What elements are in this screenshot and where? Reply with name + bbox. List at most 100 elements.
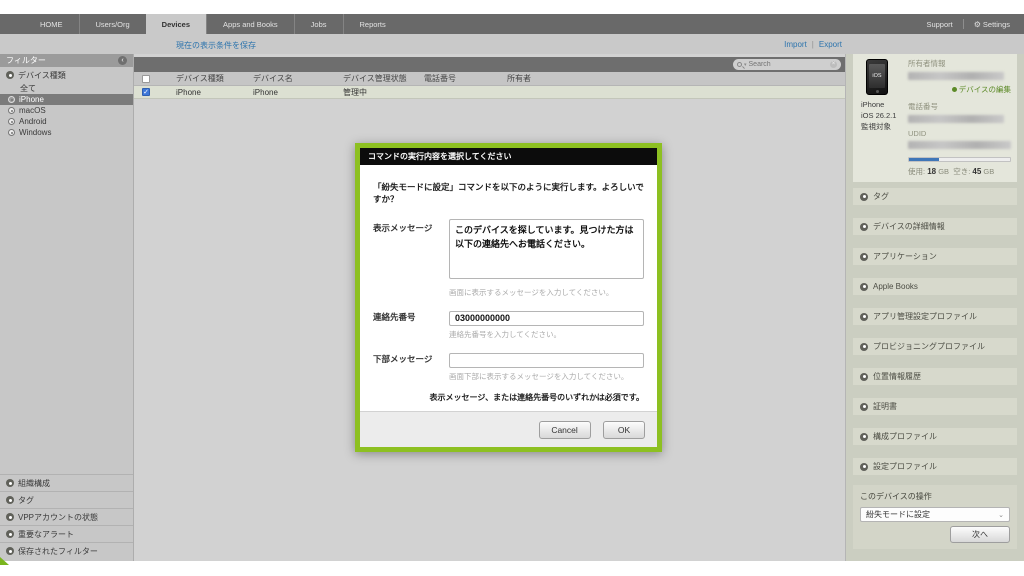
table-row[interactable]: ✓ iPhone iPhone 管理中 xyxy=(134,86,845,99)
storage-usage: 使用: 18 GB 空き: 45 GB xyxy=(908,166,1011,177)
type-item-all[interactable]: 全て xyxy=(0,83,133,94)
sidebar-bottom-filters: 組織構成 タグ VPPアカウントの状態 重要なアラート 保存されたフィルター xyxy=(0,474,133,559)
accordion-certificates[interactable]: 証明書 xyxy=(853,398,1017,415)
device-name: iPhone xyxy=(861,100,896,111)
col-owner[interactable]: 所有者 xyxy=(507,73,845,84)
iphone-thumbnail: iOS xyxy=(866,59,888,95)
export-link[interactable]: Export xyxy=(819,40,842,49)
device-fields: 所有者情報 デバイスの編集 電話番号 UDID 使用: 18 GB 空き: 45… xyxy=(908,58,1011,177)
sidebar-item-alerts[interactable]: 重要なアラート xyxy=(0,525,133,542)
modal-title: コマンドの実行内容を選択してください xyxy=(360,148,657,165)
accordion-icon xyxy=(860,283,868,291)
home-button-icon xyxy=(876,90,879,93)
type-item-windows[interactable]: Windows xyxy=(0,127,133,138)
filter-device-type[interactable]: デバイス種類 xyxy=(0,67,133,83)
nav-tab-users-org[interactable]: Users/Org xyxy=(79,14,146,34)
modal-intro-text: 「紛失モードに設定」コマンドを以下のように実行します。よろしいですか？ xyxy=(373,181,644,205)
cancel-button[interactable]: Cancel xyxy=(539,421,591,439)
list-toolbar: ▾ × xyxy=(134,57,845,72)
required-note: 表示メッセージ、または連絡先番号のいずれかは必須です。 xyxy=(373,392,644,403)
contact-number-input[interactable] xyxy=(449,311,644,326)
accordion-icon xyxy=(860,463,868,471)
accordion-icon xyxy=(860,343,868,351)
accordion-config-profile[interactable]: 構成プロファイル xyxy=(853,428,1017,445)
accordion-app-mgmt-profile[interactable]: アプリ管理設定プロファイル xyxy=(853,308,1017,325)
modal-footer: Cancel OK xyxy=(360,411,657,447)
nav-divider xyxy=(963,19,964,29)
filter-icon xyxy=(6,496,14,504)
accordion-provisioning-profile[interactable]: プロビジョニングプロファイル xyxy=(853,338,1017,355)
field-row-display-message: 表示メッセージ このデバイスを探しています。見つけた方は以下の連絡先へお電話くだ… xyxy=(373,219,644,306)
accordion-device-details[interactable]: デバイスの詳細情報 xyxy=(853,218,1017,235)
save-view-link[interactable]: 現在の表示条件を保存 xyxy=(176,40,256,51)
table-header: デバイス種類 デバイス名 デバイス管理状態 電話番号 所有者 xyxy=(134,72,845,86)
type-item-iphone[interactable]: iPhone xyxy=(0,94,133,105)
device-supervision: 監視対象 xyxy=(861,122,896,133)
device-summary-card: iOS iPhone iOS 26.2.1 監視対象 所有者情報 デバイスの編集… xyxy=(853,54,1017,182)
sidebar-item-tags[interactable]: タグ xyxy=(0,491,133,508)
radio-icon xyxy=(8,107,15,114)
action-select-value: 紛失モードに設定 xyxy=(866,509,930,520)
radio-icon xyxy=(8,96,15,103)
device-type-label: デバイス種類 xyxy=(18,70,66,81)
sidebar-item-org[interactable]: 組織構成 xyxy=(0,474,133,491)
col-device-name[interactable]: デバイス名 xyxy=(253,73,343,84)
display-message-helper: 画面に表示するメッセージを入力してください。 xyxy=(449,287,644,298)
support-link[interactable]: Support xyxy=(926,20,952,29)
modal-body: 「紛失モードに設定」コマンドを以下のように実行します。よろしいですか？ 表示メッ… xyxy=(360,165,657,411)
nav-tab-reports[interactable]: Reports xyxy=(343,14,402,34)
accordion-tags[interactable]: タグ xyxy=(853,188,1017,205)
screen: HOME Users/Org Devices Apps and Books Jo… xyxy=(0,0,1024,576)
accordion-icon xyxy=(860,223,868,231)
accordion-settings-profile[interactable]: 設定プロファイル xyxy=(853,458,1017,475)
nav-utilities: Support ⚙Settings xyxy=(926,14,1024,34)
cell-device-name: iPhone xyxy=(253,88,343,97)
type-item-android[interactable]: Android xyxy=(0,116,133,127)
corner-accent xyxy=(0,557,9,565)
ok-button[interactable]: OK xyxy=(603,421,645,439)
next-button[interactable]: 次へ xyxy=(950,526,1010,543)
filter-icon xyxy=(6,530,14,538)
chevron-down-icon: ⌄ xyxy=(998,511,1004,519)
accordion-icon xyxy=(860,313,868,321)
device-operations-title: このデバイスの操作 xyxy=(860,491,1010,502)
row-checkbox[interactable]: ✓ xyxy=(142,88,150,96)
filter-icon xyxy=(6,513,14,521)
radio-icon xyxy=(8,118,15,125)
device-type-icon xyxy=(6,71,14,79)
col-status[interactable]: デバイス管理状態 xyxy=(343,73,424,84)
filter-icon xyxy=(6,547,14,555)
search-input[interactable] xyxy=(749,61,828,68)
nav-tab-jobs[interactable]: Jobs xyxy=(294,14,343,34)
search-scope-caret-icon[interactable]: ▾ xyxy=(744,62,747,68)
filter-title: フィルター xyxy=(6,55,46,66)
select-all-checkbox[interactable] xyxy=(142,75,150,83)
cell-device-type: iPhone xyxy=(176,88,253,97)
footer-message-helper: 画面下部に表示するメッセージを入力してください。 xyxy=(449,371,644,382)
footer-message-input[interactable] xyxy=(449,353,644,368)
nav-tab-home[interactable]: HOME xyxy=(24,14,79,34)
footer-message-label: 下部メッセージ xyxy=(373,350,449,390)
col-phone[interactable]: 電話番号 xyxy=(424,73,507,84)
import-link[interactable]: Import xyxy=(784,40,807,49)
search-clear-icon[interactable]: × xyxy=(830,61,837,68)
type-item-macos[interactable]: macOS xyxy=(0,105,133,116)
display-message-label: 表示メッセージ xyxy=(373,219,449,306)
accordion-icon xyxy=(860,193,868,201)
nav-tab-apps-and-books[interactable]: Apps and Books xyxy=(206,14,294,34)
nav-tab-devices[interactable]: Devices xyxy=(146,14,206,34)
collapse-sidebar-button[interactable]: ‹ xyxy=(118,56,127,65)
sidebar-item-saved-filters[interactable]: 保存されたフィルター xyxy=(0,542,133,559)
settings-link[interactable]: ⚙Settings xyxy=(974,20,1010,29)
accordion-location-history[interactable]: 位置情報履歴 xyxy=(853,368,1017,385)
cell-status: 管理中 xyxy=(343,87,424,98)
nav-tabs: HOME Users/Org Devices Apps and Books Jo… xyxy=(0,14,402,34)
col-device-type[interactable]: デバイス種類 xyxy=(176,73,253,84)
gear-icon: ⚙ xyxy=(974,20,981,29)
sidebar-item-vpp[interactable]: VPPアカウントの状態 xyxy=(0,508,133,525)
edit-device-link[interactable]: デバイスの編集 xyxy=(908,84,1011,95)
accordion-apple-books[interactable]: Apple Books xyxy=(853,278,1017,295)
accordion-applications[interactable]: アプリケーション xyxy=(853,248,1017,265)
action-select[interactable]: 紛失モードに設定 ⌄ xyxy=(860,507,1010,522)
display-message-textarea[interactable]: このデバイスを探しています。見つけた方は以下の連絡先へお電話ください。 xyxy=(449,219,644,279)
